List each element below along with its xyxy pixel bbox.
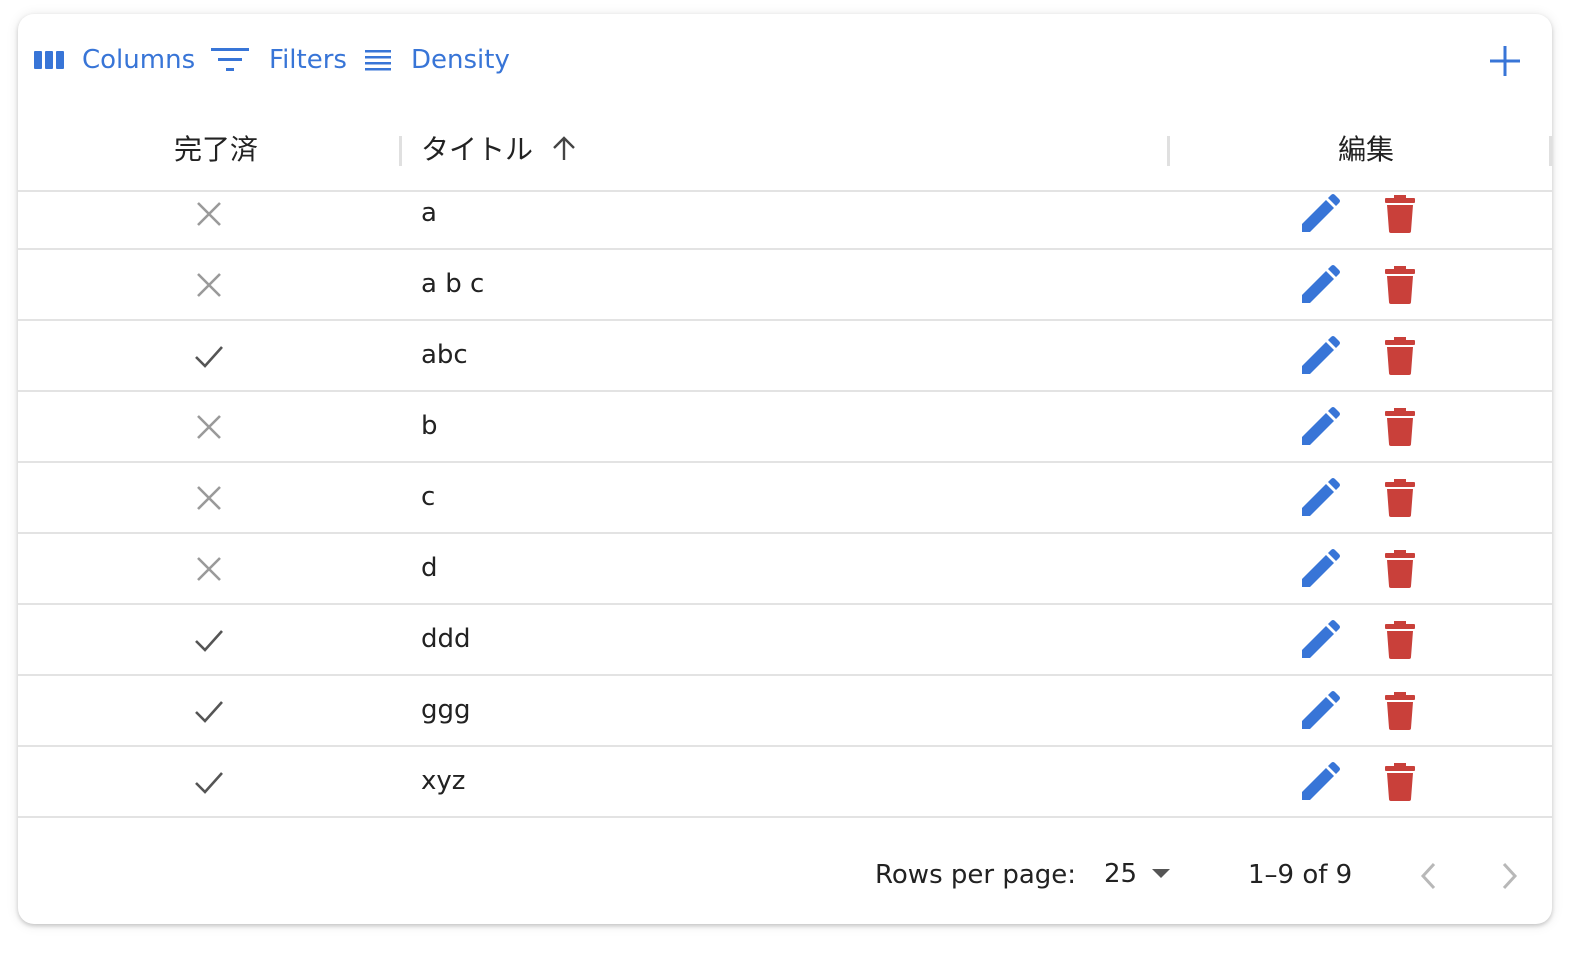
filters-button[interactable]: Filters (211, 40, 347, 80)
pencil-icon (1302, 762, 1340, 800)
pencil-icon (1302, 407, 1340, 445)
check-icon (194, 341, 224, 371)
table-row[interactable]: xyz (18, 746, 1552, 818)
table-row[interactable]: abc (18, 320, 1552, 392)
next-page-button[interactable] (1494, 858, 1524, 894)
rows-per-page-value: 25 (1104, 859, 1138, 889)
header-done-label: 完了済 (174, 133, 259, 166)
table-row[interactable]: c (18, 462, 1552, 534)
table-row[interactable]: ggg (18, 675, 1552, 747)
row-title: a b c (421, 269, 485, 299)
edit-button[interactable] (1300, 620, 1340, 660)
trash-icon (1385, 479, 1415, 517)
trash-icon (1385, 763, 1415, 801)
pencil-icon (1302, 691, 1340, 729)
delete-button[interactable] (1383, 620, 1417, 660)
columns-button[interactable]: Columns (34, 40, 195, 80)
pencil-icon (1302, 549, 1340, 587)
caret-down-icon (1152, 869, 1171, 878)
density-icon (365, 50, 391, 71)
pagination-range: 1–9 of 9 (1248, 860, 1353, 890)
cross-icon (194, 199, 224, 229)
trash-icon (1385, 195, 1415, 233)
check-icon (194, 696, 224, 726)
delete-button[interactable] (1383, 194, 1417, 234)
chevron-right-icon (1502, 862, 1518, 890)
pencil-icon (1302, 620, 1340, 658)
table-row[interactable]: a (18, 178, 1552, 250)
header-edit-label: 編集 (1338, 133, 1395, 166)
grid-toolbar: Columns Filters Density (18, 14, 1552, 106)
header-title-label: タイトル (421, 133, 534, 166)
column-separator[interactable] (1167, 136, 1170, 166)
table-row[interactable]: b (18, 391, 1552, 463)
delete-button[interactable] (1383, 691, 1417, 731)
filters-label: Filters (269, 45, 347, 75)
trash-icon (1385, 337, 1415, 375)
arrow-up-icon[interactable] (551, 134, 577, 162)
rows-per-page-select[interactable]: 25 (1104, 854, 1171, 894)
edit-button[interactable] (1300, 478, 1340, 518)
row-title: b (421, 411, 438, 441)
pencil-icon (1302, 265, 1340, 303)
grid-footer: Rows per page: 25 1–9 of 9 (18, 822, 1552, 924)
trash-icon (1385, 692, 1415, 730)
delete-button[interactable] (1383, 265, 1417, 305)
plus-icon (1490, 46, 1520, 76)
edit-button[interactable] (1300, 194, 1340, 234)
pencil-icon (1302, 478, 1340, 516)
cross-icon (194, 554, 224, 584)
row-title: ddd (421, 624, 471, 654)
rows-per-page-label: Rows per page: (875, 860, 1077, 890)
trash-icon (1385, 621, 1415, 659)
previous-page-button[interactable] (1414, 858, 1444, 894)
columns-icon (34, 51, 64, 69)
table-row[interactable]: a b c (18, 249, 1552, 321)
row-title: abc (421, 340, 468, 370)
table-row[interactable]: ddd (18, 604, 1552, 676)
data-grid: Columns Filters Density 完了済 タイトル 編集 a a … (18, 14, 1552, 924)
column-separator[interactable] (399, 136, 402, 166)
trash-icon (1385, 550, 1415, 588)
density-button[interactable]: Density (365, 40, 510, 80)
cross-icon (194, 483, 224, 513)
row-title: d (421, 553, 438, 583)
delete-button[interactable] (1383, 478, 1417, 518)
cross-icon (194, 270, 224, 300)
density-label: Density (411, 45, 510, 75)
chevron-left-icon (1420, 862, 1436, 890)
trash-icon (1385, 408, 1415, 446)
add-button[interactable] (1488, 44, 1522, 78)
row-title: c (421, 482, 436, 512)
edit-button[interactable] (1300, 549, 1340, 589)
pencil-icon (1302, 194, 1340, 232)
row-title: ggg (421, 695, 471, 725)
check-icon (194, 625, 224, 655)
column-separator[interactable] (1549, 136, 1552, 166)
delete-button[interactable] (1383, 762, 1417, 802)
pencil-icon (1302, 336, 1340, 374)
check-icon (194, 767, 224, 797)
edit-button[interactable] (1300, 407, 1340, 447)
table-row[interactable]: d (18, 533, 1552, 605)
filter-icon (211, 48, 249, 71)
delete-button[interactable] (1383, 407, 1417, 447)
edit-button[interactable] (1300, 265, 1340, 305)
edit-button[interactable] (1300, 691, 1340, 731)
row-title: xyz (421, 766, 466, 796)
trash-icon (1385, 266, 1415, 304)
row-title: a (421, 198, 437, 228)
delete-button[interactable] (1383, 336, 1417, 376)
delete-button[interactable] (1383, 549, 1417, 589)
edit-button[interactable] (1300, 336, 1340, 376)
cross-icon (194, 412, 224, 442)
edit-button[interactable] (1300, 762, 1340, 802)
columns-label: Columns (82, 45, 196, 75)
